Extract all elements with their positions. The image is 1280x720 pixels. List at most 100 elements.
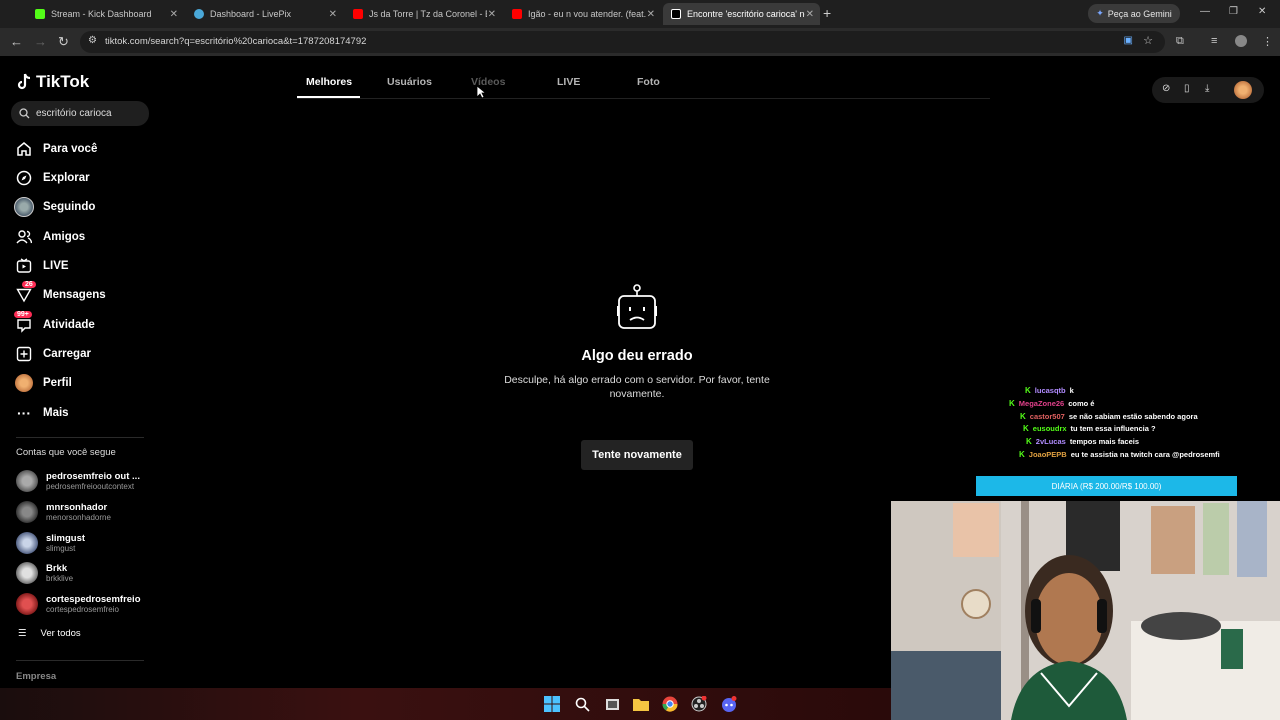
nav-label: Amigos	[43, 231, 86, 243]
close-icon[interactable]: ✕	[170, 9, 178, 20]
chat-message: K 2vLucas tempos mais faceis	[1026, 437, 1139, 446]
list-icon: ☰	[18, 628, 27, 639]
nav-item-mais[interactable]: ··· Mais	[14, 401, 69, 425]
company-link[interactable]: Empresa	[16, 671, 56, 682]
following-account[interactable]: pedrosemfreio out ... pedrosemfreiooutcon…	[16, 470, 140, 492]
browser-tab[interactable]: Dashboard - LivePix ✕	[186, 3, 343, 25]
tab-title: Dashboard - LivePix	[210, 9, 292, 19]
search-input[interactable]: escritório carioca	[11, 101, 149, 126]
translate-icon[interactable]: ▣	[1124, 35, 1133, 46]
extensions-icon[interactable]: ⧉	[1176, 35, 1188, 47]
following-account[interactable]: slimgust slimgust	[16, 532, 85, 554]
chat-text: se não sabiam estão sabendo agora	[1068, 412, 1198, 421]
following-account[interactable]: mnrsonhador menorsonhadorne	[16, 501, 111, 523]
tab-usuarios[interactable]: Usuários	[387, 76, 432, 88]
active-tab-underline	[297, 96, 360, 98]
profile-avatar-icon[interactable]	[1234, 81, 1252, 99]
account-handle: cortespedrosemfreio	[46, 605, 119, 614]
nav-item-mensagens[interactable]: 26 Mensagens	[14, 281, 106, 307]
nav-label: LIVE	[43, 260, 69, 272]
error-title: Algo deu errado	[581, 348, 693, 364]
bookmark-star-icon[interactable]: ☆	[1143, 34, 1153, 47]
tab-foto[interactable]: Foto	[637, 76, 660, 88]
account-name: pedrosemfreio out ...	[46, 471, 140, 482]
profile-avatar-icon[interactable]	[1235, 35, 1247, 47]
coin-icon[interactable]: ⊘	[1162, 83, 1170, 94]
reload-icon[interactable]: ↻	[58, 34, 69, 50]
account-handle: menorsonhadorne	[46, 513, 111, 522]
discord-icon[interactable]	[721, 696, 737, 712]
restore-icon[interactable]: ❐	[1229, 6, 1238, 17]
phone-icon[interactable]: ▯	[1184, 83, 1190, 94]
taskbar-search-icon[interactable]	[574, 696, 590, 712]
chat-text: k	[1069, 386, 1074, 395]
menu-kebab-icon[interactable]: ⋮	[1262, 35, 1274, 48]
site-info-icon[interactable]: ⚙	[88, 35, 97, 46]
windows-start-icon[interactable]	[544, 696, 560, 712]
back-icon[interactable]: ←	[10, 34, 23, 49]
tab-live[interactable]: LIVE	[557, 76, 580, 88]
gemini-icon: ✦	[1096, 8, 1104, 18]
windows-taskbar	[0, 688, 891, 720]
donation-goal-bar: DIÁRIA (R$ 200.00/R$ 100.00)	[976, 476, 1237, 496]
chat-user: JoaoPEPB	[1028, 450, 1067, 459]
address-bar-row: ← → ↻ ⚙ tiktok.com/search?q=escritório%2…	[0, 28, 1280, 56]
notification-badge: 99+	[14, 311, 32, 318]
obs-icon[interactable]	[691, 696, 707, 712]
see-all-link[interactable]: ☰ Ver todos	[18, 628, 81, 639]
file-explorer-icon[interactable]	[633, 696, 649, 712]
kick-icon: K	[1009, 399, 1015, 408]
nav-item-perfil[interactable]: Perfil	[14, 371, 72, 395]
task-view-icon[interactable]	[604, 696, 620, 712]
kick-icon: K	[1019, 450, 1025, 459]
browser-tab[interactable]: Stream - Kick Dashboard ✕	[27, 3, 184, 25]
nav-item-explorar[interactable]: Explorar	[14, 166, 90, 190]
download-icon[interactable]: ⤓	[1205, 83, 1209, 94]
friends-icon	[14, 227, 34, 247]
close-icon[interactable]: ✕	[647, 9, 655, 20]
new-tab-icon[interactable]: +	[823, 5, 831, 21]
nav-item-para-voce[interactable]: Para você	[14, 137, 97, 161]
webcam-feed	[891, 501, 1280, 720]
tab-melhores[interactable]: Melhores	[306, 76, 352, 88]
following-account[interactable]: cortespedrosemfreio cortespedrosemfreio	[16, 593, 141, 615]
tiktok-favicon-icon	[671, 9, 681, 19]
mouse-cursor-icon	[476, 85, 486, 99]
browser-tab[interactable]: Js da Torre | Tz da Coronel - Eu ✕	[345, 3, 502, 25]
close-icon[interactable]: ✕	[806, 9, 814, 20]
close-icon[interactable]: ✕	[488, 9, 496, 20]
chat-message: K JoaoPEPB eu te assistia na twitch cara…	[1019, 450, 1224, 459]
minimize-icon[interactable]: —	[1200, 6, 1210, 17]
forward-icon[interactable]: →	[34, 34, 47, 49]
chrome-icon[interactable]	[662, 696, 678, 712]
nav-item-atividade[interactable]: 99+ Atividade	[14, 311, 95, 337]
nav-item-amigos[interactable]: Amigos	[14, 225, 85, 249]
following-account[interactable]: Brkk brkklive	[16, 562, 73, 584]
browser-tab[interactable]: Igão - eu n vou atender. (feat. V ✕	[504, 3, 661, 25]
following-avatar-icon	[14, 197, 34, 217]
tiktok-logo[interactable]: TikTok	[16, 72, 89, 92]
kick-icon: K	[1026, 437, 1032, 446]
nav-label: Carregar	[43, 348, 91, 360]
search-tabs: Melhores Usuários Vídeos LIVE Foto	[297, 72, 990, 99]
media-icon[interactable]: ≡	[1211, 35, 1223, 47]
account-name: mnrsonhador	[46, 502, 108, 513]
window-close-icon[interactable]: ✕	[1258, 6, 1266, 17]
chat-text: eu te assistia na twitch cara @pedrosemf…	[1070, 450, 1220, 459]
chat-text: tu tem essa influencia ?	[1070, 424, 1156, 433]
error-description: Desculpe, há algo errado com o servidor.…	[504, 374, 770, 400]
retry-button[interactable]: Tente novamente	[581, 440, 693, 470]
close-icon[interactable]: ✕	[329, 9, 337, 20]
nav-item-seguindo[interactable]: Seguindo	[14, 195, 95, 219]
nav-item-live[interactable]: LIVE	[14, 254, 69, 278]
account-handle: pedrosemfreiooutcontext	[46, 482, 135, 491]
nav-label: Explorar	[43, 172, 90, 184]
home-icon	[14, 139, 34, 159]
browser-tab-active[interactable]: Encontre 'escritório carioca' no ✕	[663, 3, 820, 25]
nav-item-carregar[interactable]: Carregar	[14, 342, 91, 366]
nav-label: Para você	[43, 143, 98, 155]
gemini-button[interactable]: ✦ Peça ao Gemini	[1088, 4, 1180, 23]
youtube-favicon-icon	[353, 9, 363, 19]
url-field[interactable]: ⚙ tiktok.com/search?q=escritório%20cario…	[80, 31, 1165, 53]
tab-title: Igão - eu n vou atender. (feat. V	[528, 9, 646, 19]
